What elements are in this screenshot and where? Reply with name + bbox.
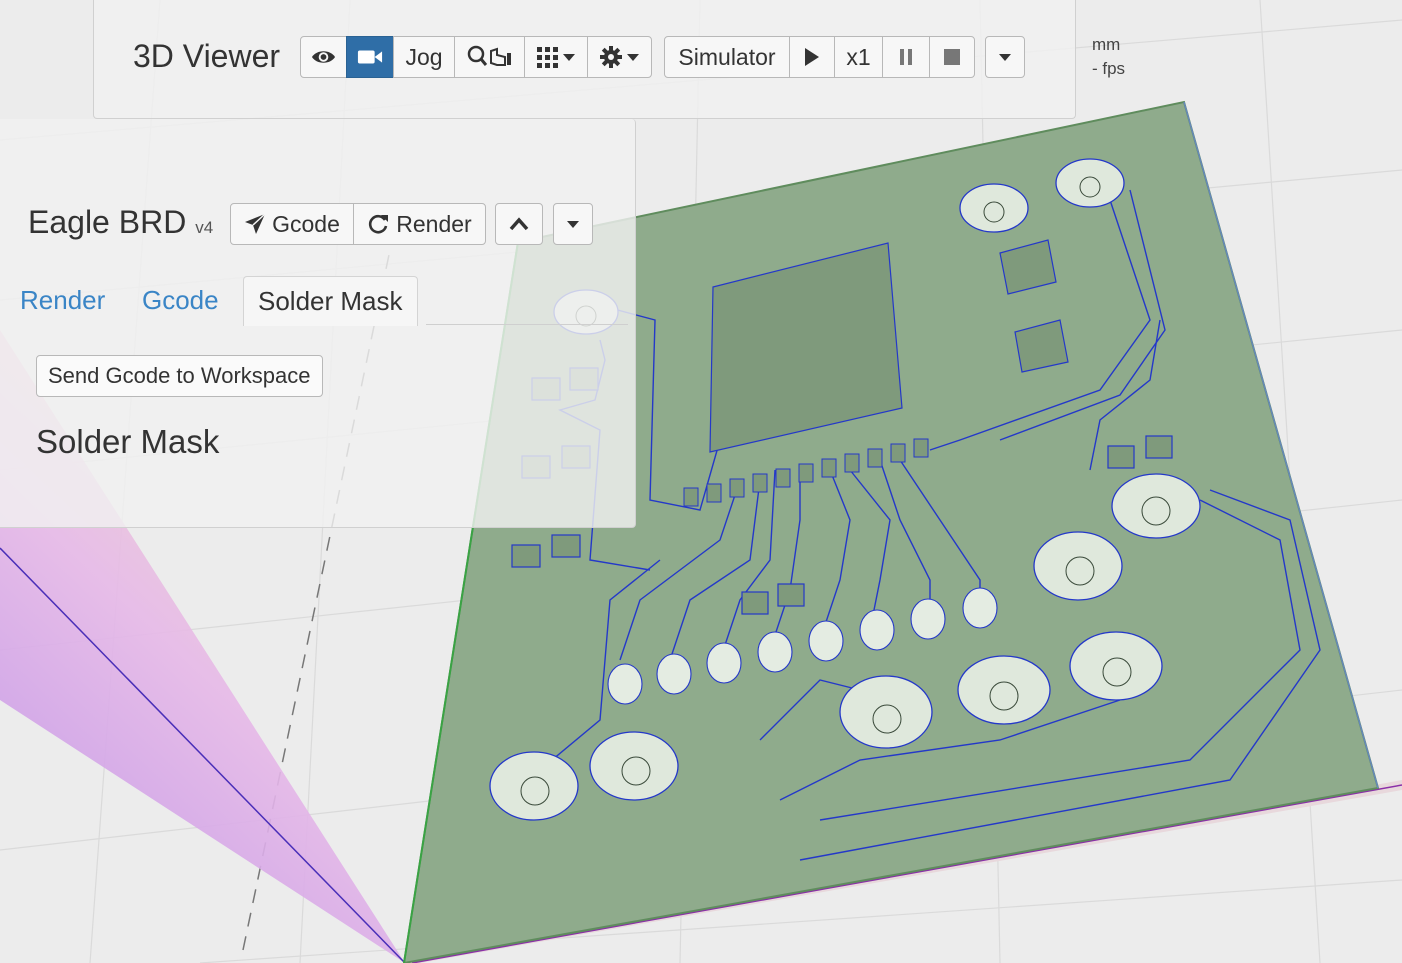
send-gcode-to-workspace-button[interactable]: Send Gcode to Workspace bbox=[36, 355, 323, 397]
gcode-button[interactable]: Gcode bbox=[230, 203, 354, 245]
eagle-tabs: Render Gcode Solder Mask bbox=[6, 156, 634, 326]
render-button[interactable]: Render bbox=[353, 203, 486, 245]
version-badge: v4 bbox=[195, 218, 214, 237]
eagle-title-text: Eagle BRD bbox=[28, 204, 187, 240]
chevron-down-icon bbox=[563, 53, 575, 61]
units-label: mm bbox=[1092, 35, 1121, 54]
chevron-down-icon bbox=[567, 220, 579, 228]
render-button-label: Render bbox=[396, 210, 472, 237]
send-icon bbox=[245, 213, 266, 234]
play-icon bbox=[805, 48, 819, 66]
pause-icon bbox=[900, 49, 912, 65]
eagle-title: Eagle BRD v4 bbox=[28, 204, 213, 241]
viewer-title: 3D Viewer bbox=[133, 38, 281, 74]
simulator-controls: Simulator x1 bbox=[664, 36, 975, 78]
tabs-divider bbox=[426, 324, 628, 325]
eye-button[interactable] bbox=[300, 36, 347, 78]
fps-label: - fps bbox=[1092, 59, 1126, 78]
stop-icon bbox=[944, 49, 960, 65]
tab-render[interactable]: Render bbox=[6, 276, 119, 324]
stop-button[interactable] bbox=[929, 36, 975, 78]
chevron-up-icon bbox=[509, 217, 529, 231]
grid-menu-button[interactable] bbox=[524, 36, 588, 78]
simulator-button[interactable]: Simulator bbox=[664, 36, 790, 78]
collapse-button[interactable] bbox=[495, 203, 543, 245]
jog-button[interactable]: Jog bbox=[393, 36, 455, 78]
play-button[interactable] bbox=[789, 36, 835, 78]
speed-button[interactable]: x1 bbox=[834, 36, 883, 78]
refresh-icon bbox=[369, 214, 389, 234]
viewer-more-button[interactable] bbox=[985, 36, 1025, 78]
tab-gcode[interactable]: Gcode bbox=[128, 276, 233, 324]
eye-icon bbox=[311, 51, 336, 63]
settings-menu-button[interactable] bbox=[587, 36, 652, 78]
viewer-view-buttons: Jog bbox=[300, 36, 652, 78]
eagle-action-buttons: Gcode Render bbox=[230, 203, 486, 245]
camera-button[interactable] bbox=[346, 36, 394, 78]
chevron-down-icon bbox=[627, 53, 639, 61]
tab-solder-mask[interactable]: Solder Mask bbox=[243, 276, 418, 326]
pause-button[interactable] bbox=[882, 36, 930, 78]
search-pointer-icon bbox=[467, 45, 511, 66]
gcode-button-label: Gcode bbox=[272, 210, 340, 237]
eagle-more-button[interactable] bbox=[553, 203, 593, 245]
chevron-down-icon bbox=[999, 53, 1011, 61]
video-camera-icon bbox=[357, 50, 383, 64]
section-heading: Solder Mask bbox=[36, 423, 220, 460]
probe-button[interactable] bbox=[454, 36, 525, 78]
gear-icon bbox=[600, 46, 622, 68]
grid-icon bbox=[537, 46, 558, 68]
